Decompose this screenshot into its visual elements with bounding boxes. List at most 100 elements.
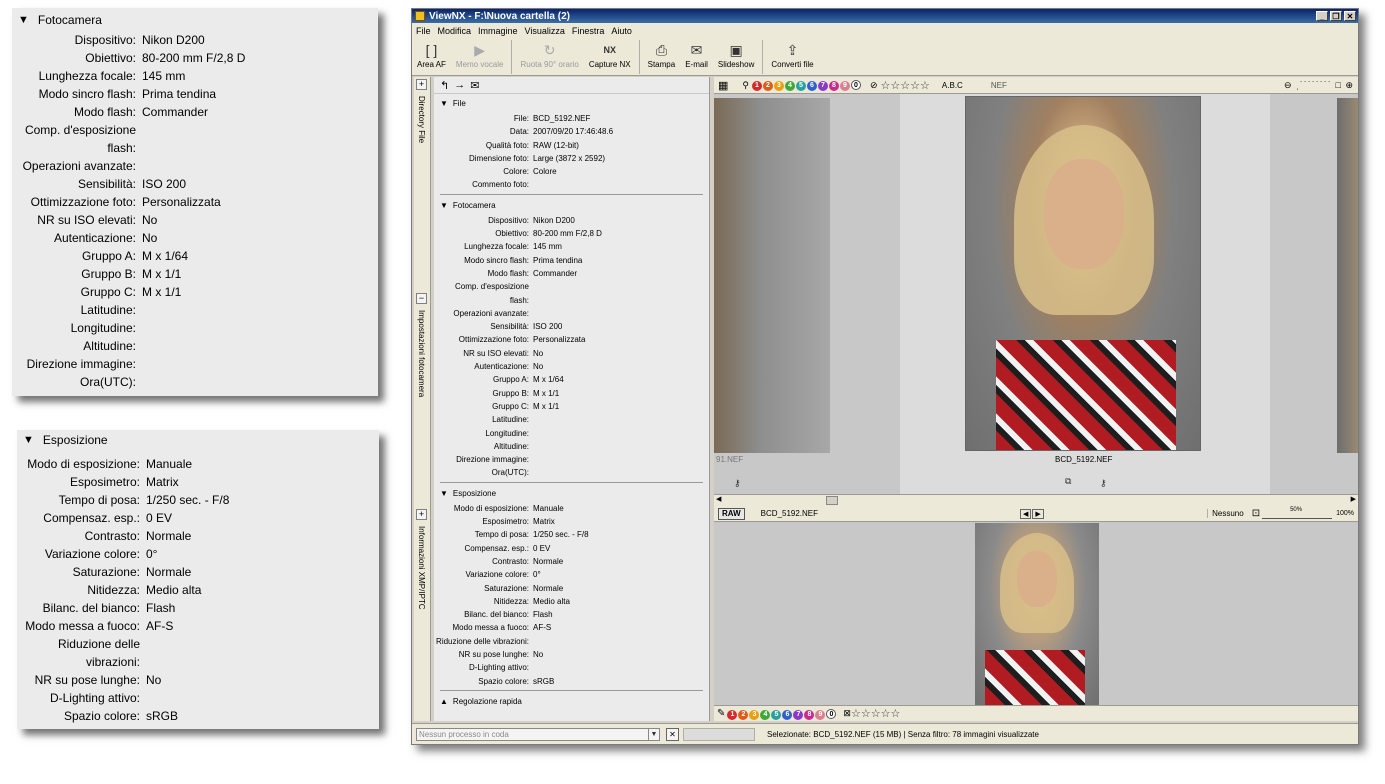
- star-icon[interactable]: ☆: [861, 707, 871, 720]
- star-icon[interactable]: ☆: [910, 79, 920, 92]
- cancel-process-button[interactable]: ✕: [666, 728, 679, 741]
- view-mode-icon[interactable]: ▦: [718, 79, 728, 92]
- info-row: Operazioni avanzate:: [12, 157, 378, 175]
- file-type-filter[interactable]: NEF: [991, 81, 1007, 90]
- rotate-button[interactable]: ↻ Ruota 90° orario: [515, 40, 583, 69]
- collapse-triangle-icon[interactable]: ▼: [440, 489, 448, 498]
- thumbnail-selected[interactable]: BCD_5192.NEF ⧉ ⚷: [900, 94, 1270, 494]
- star-icon[interactable]: ☆: [851, 707, 861, 720]
- fit-icon[interactable]: ⊡: [1252, 508, 1260, 519]
- label-6-button[interactable]: 6: [807, 81, 817, 91]
- star-icon[interactable]: ☆: [881, 707, 891, 720]
- rating-clear-icon[interactable]: ⊠: [843, 708, 851, 719]
- menu-file[interactable]: File: [416, 26, 431, 36]
- scroll-left-arrow-icon[interactable]: ◀: [716, 495, 721, 503]
- prev-image-button[interactable]: ◀: [1020, 508, 1032, 519]
- restore-button[interactable]: ❐: [1330, 11, 1342, 21]
- zoom-esposizione-header[interactable]: ▼ Esposizione: [17, 430, 379, 450]
- label-7-button[interactable]: 7: [818, 81, 828, 91]
- slideshow-button[interactable]: ▣ Slideshow: [713, 40, 759, 69]
- collapse-minus-icon[interactable]: −: [416, 293, 427, 304]
- meta-file-header[interactable]: ▼ File: [434, 96, 709, 111]
- collapse-triangle-icon[interactable]: ▼: [18, 14, 29, 26]
- label-0-button[interactable]: 0: [851, 80, 861, 90]
- scrollbar-thumb[interactable]: [826, 496, 838, 505]
- process-queue-combo[interactable]: Nessun processo in coda ▼: [416, 728, 660, 741]
- regolazione-rapida-header[interactable]: ▲ Regolazione rapida: [434, 694, 709, 709]
- sort-abc-button[interactable]: A.B.C: [942, 81, 963, 90]
- star-icon[interactable]: ☆: [920, 79, 930, 92]
- close-button[interactable]: ✕: [1344, 11, 1356, 21]
- label-3-button[interactable]: 3: [749, 710, 760, 720]
- toolbar-divider: [762, 40, 764, 74]
- collapse-triangle-icon[interactable]: ▼: [440, 99, 448, 108]
- star-icon[interactable]: ☆: [890, 707, 900, 720]
- thumbnail-next[interactable]: [1337, 98, 1358, 453]
- tab-directory-file[interactable]: + Directory File: [416, 79, 429, 143]
- label-5-button[interactable]: 5: [796, 81, 806, 91]
- tab-impostazioni-fotocamera[interactable]: − Impostazioni fotocamera: [416, 293, 429, 397]
- regolazione-rapida-title: Regolazione rapida: [452, 696, 522, 706]
- label-0-button[interactable]: 0: [826, 709, 837, 719]
- label-3-button[interactable]: 3: [774, 81, 784, 91]
- star-icon[interactable]: ☆: [890, 79, 900, 92]
- label-9-button[interactable]: 9: [815, 710, 826, 720]
- label-6-button[interactable]: 6: [782, 710, 793, 720]
- minimize-button[interactable]: _: [1316, 11, 1328, 21]
- thumbnail-previous[interactable]: [714, 98, 830, 453]
- raw-badge[interactable]: RAW: [718, 507, 745, 520]
- preview-zoom-slider[interactable]: 50%: [1262, 507, 1333, 519]
- star-icon[interactable]: ☆: [900, 79, 910, 92]
- meta-fotocamera-header[interactable]: ▼ Fotocamera: [434, 198, 709, 213]
- menu-visualizza[interactable]: Visualizza: [525, 26, 565, 36]
- email-button[interactable]: ✉ E-mail: [680, 40, 713, 69]
- star-icon[interactable]: ☆: [871, 707, 881, 720]
- capture-nx-button[interactable]: NX Capture NX: [584, 40, 636, 69]
- label-4-button[interactable]: 4: [785, 81, 795, 91]
- label-8-button[interactable]: 8: [804, 710, 815, 720]
- memo-vocale-button[interactable]: ▶ Memo vocale: [451, 40, 509, 69]
- menu-immagine[interactable]: Immagine: [478, 26, 518, 36]
- info-row: Modo flash: Commander: [12, 103, 378, 121]
- menu-aiuto[interactable]: Aiuto: [611, 26, 632, 36]
- back-arrow-icon[interactable]: ↰: [440, 79, 449, 92]
- menu-modifica[interactable]: Modifica: [438, 26, 472, 36]
- label-2-button[interactable]: 2: [738, 710, 749, 720]
- label-1-button[interactable]: 1: [752, 81, 762, 91]
- meta-esposizione-header[interactable]: ▼ Esposizione: [434, 486, 709, 501]
- collapse-triangle-icon[interactable]: ▼: [440, 201, 448, 210]
- label-5-button[interactable]: 5: [771, 710, 782, 720]
- stampa-button[interactable]: ⎙ Stampa: [643, 40, 681, 69]
- label-2-button[interactable]: 2: [763, 81, 773, 91]
- forward-arrow-icon[interactable]: →: [454, 79, 465, 91]
- menu-finestra[interactable]: Finestra: [572, 26, 605, 36]
- stack-icon[interactable]: ⧉: [1065, 476, 1071, 487]
- dropdown-arrow-icon[interactable]: ▼: [648, 729, 659, 740]
- info-value: [529, 280, 533, 307]
- expand-plus-icon[interactable]: +: [416, 509, 427, 520]
- pencil-icon[interactable]: ✎: [717, 708, 725, 719]
- filmstrip-scrollbar[interactable]: ◀ ▶: [714, 494, 1358, 506]
- expand-plus-icon[interactable]: +: [416, 79, 427, 90]
- next-image-button[interactable]: ▶: [1032, 508, 1044, 519]
- info-label: Variazione colore:: [44, 547, 140, 561]
- zoom-slider[interactable]: ⊖ ˌ˙˙˙˙˙˙˙˙ □ ⊕: [1284, 80, 1354, 91]
- scroll-right-arrow-icon[interactable]: ▶: [1351, 495, 1356, 503]
- label-7-button[interactable]: 7: [793, 710, 804, 720]
- zoom-fotocamera-header[interactable]: ▼ Fotocamera: [12, 9, 378, 31]
- label-1-button[interactable]: 1: [727, 710, 738, 720]
- label-4-button[interactable]: 4: [760, 710, 771, 720]
- label-filter-icon[interactable]: ⚲: [742, 80, 749, 91]
- area-af-button[interactable]: [ ] Area AF: [412, 40, 451, 69]
- collapse-triangle-icon[interactable]: ▼: [23, 434, 34, 446]
- star-icon[interactable]: ☆: [881, 79, 891, 92]
- info-row: Sensibilità: ISO 200: [12, 175, 378, 193]
- folder-open-icon[interactable]: ✉: [470, 79, 479, 92]
- tab-xmp-iptc[interactable]: + Informazioni XMP/IPTC: [416, 509, 429, 610]
- rating-filter-icon[interactable]: ⊘: [870, 80, 878, 91]
- info-row: Lunghezza focale: 145 mm: [434, 240, 709, 253]
- label-8-button[interactable]: 8: [829, 81, 839, 91]
- expand-triangle-icon[interactable]: ▲: [440, 697, 448, 706]
- converti-file-button[interactable]: ⇪ Converti file: [766, 40, 818, 69]
- label-9-button[interactable]: 9: [840, 81, 850, 91]
